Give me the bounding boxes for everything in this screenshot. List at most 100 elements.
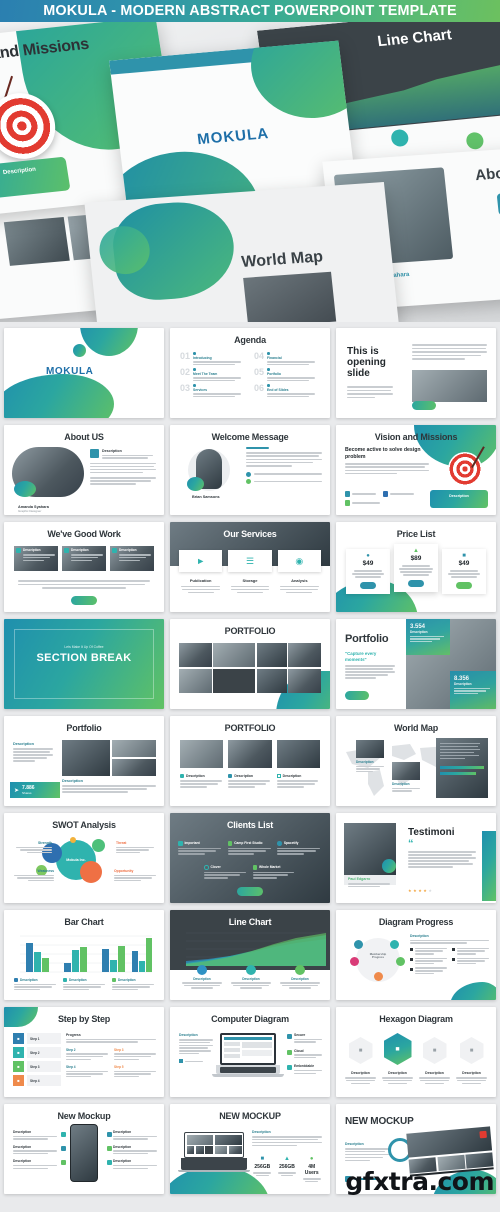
slide-thumbnail-diagram-progress[interactable]: Diagram Progress Membership Progress Des… — [336, 910, 496, 1000]
slide-quote: "Capture every moments" — [345, 651, 377, 662]
progress-bar — [440, 772, 477, 776]
step-row: ■ Step 3 — [13, 1061, 61, 1072]
step-icon: ■ — [13, 1075, 24, 1086]
gradient-blob — [4, 374, 114, 418]
feature-label: Cloud — [294, 1048, 304, 1053]
slide-thumbnail-new-mockup-2[interactable]: NEW MOCKUP Description ■ 256GB ▲ 256GB ●… — [170, 1104, 330, 1194]
mockup-caption: Description — [13, 1145, 57, 1155]
column-label: Step 2 — [66, 1047, 76, 1052]
badge-icon — [479, 1130, 487, 1139]
service-item: Analysis — [278, 578, 321, 593]
share-icon: ➤ — [14, 787, 20, 794]
agenda-label: Introducing — [193, 355, 212, 360]
buy-button[interactable] — [360, 581, 376, 589]
hexagon-item: ■ Description — [418, 1033, 451, 1085]
feature-icon — [107, 1146, 112, 1151]
hexagon-icon: ■ — [383, 1033, 412, 1065]
slide-thumbnail-bar-chart[interactable]: Bar Chart Description Description Descri… — [4, 910, 164, 1000]
slide-title: Agenda — [234, 335, 266, 345]
slide-thumbnail-opening[interactable]: This is opening slide — [336, 328, 496, 418]
slide-thumbnail-swot[interactable]: SWOT Analysis Mokula Inc. Strength Weakn… — [4, 813, 164, 903]
portfolio-caption: Description — [276, 774, 320, 788]
buy-button[interactable] — [408, 579, 424, 587]
client-icon — [178, 841, 183, 846]
slide-thumbnail-hexagon[interactable]: Hexagon Diagram ■ Description ■ Descript… — [336, 1007, 496, 1097]
portfolio-caption: Description — [180, 774, 223, 788]
slide-title: World Map — [393, 723, 439, 733]
slide-thumbnail-portfolio-grid[interactable]: PORTFOLIO — [170, 619, 330, 709]
slide-thumbnail-section-break[interactable]: Lets Make It Up Of Coffee SECTION BREAK — [4, 619, 164, 709]
service-card: ◉ — [277, 550, 321, 572]
caption-label: Description — [392, 782, 410, 786]
agenda-label: Services — [193, 387, 207, 392]
slide-title: This is opening slide — [347, 346, 386, 380]
gradient-blob — [450, 982, 496, 1000]
slide-thumbnail-world-map[interactable]: World Map Description Description — [336, 716, 496, 806]
legend-dot — [295, 965, 305, 975]
stat-label: Description — [410, 630, 428, 634]
card-icon — [90, 449, 99, 458]
stat-card: 3.554 Description — [406, 619, 450, 655]
agenda-number: 01 — [180, 351, 191, 361]
slide-thumbnail-price[interactable]: Price List ● $49 ▲ $89 ■ $49 — [336, 522, 496, 612]
slide-thumbnail-grid: MOKULA Agenda 01 Introducing 04 Financia… — [0, 322, 500, 1198]
slide-thumbnail-agenda[interactable]: Agenda 01 Introducing 04 Financial 02 Me… — [170, 328, 330, 418]
see-all-button[interactable] — [237, 887, 263, 896]
slide-thumbnail-services[interactable]: Our Services ► ☰ ◉ Publication Storage A… — [170, 522, 330, 612]
slide-thumbnail-vision[interactable]: Vision and Missions Become active to sol… — [336, 425, 496, 515]
slide-thumbnail-new-mockup-1[interactable]: New Mockup Description Description Descr… — [4, 1104, 164, 1194]
slide-thumbnail-good-work[interactable]: We've Good Work Description Description … — [4, 522, 164, 612]
slide-thumbnail-testimoni[interactable]: Paul Edgarro Testimoni “ ★ ★ ★ ★ ★ — [336, 813, 496, 903]
slide-title: NEW MOCKUP — [345, 1116, 414, 1127]
database-icon: ☰ — [245, 555, 255, 566]
read-more-button[interactable] — [71, 596, 97, 605]
portfolio-photo — [288, 668, 321, 693]
feature-icon — [107, 1132, 112, 1137]
star-icon: ★ — [408, 888, 412, 893]
slide-title: We've Good Work — [47, 529, 121, 539]
slide-thumbnail-line-chart[interactable]: Line Chart Description Description Descr… — [170, 910, 330, 1000]
client-label: Spacetify — [283, 841, 299, 846]
person-role: Graphic Designer — [18, 509, 42, 513]
description-button[interactable]: Description — [430, 490, 488, 508]
client-label: Whole Market — [259, 865, 281, 870]
caption-icon — [180, 774, 184, 778]
card-label: Description — [102, 449, 122, 453]
mail-icon — [246, 479, 251, 485]
phone-icon — [246, 471, 251, 477]
bullet-dot — [193, 352, 196, 355]
hero-slide-title: World Map — [240, 248, 324, 271]
slide-thumbnail-computer-diagram[interactable]: Computer Diagram Description Secure Clou… — [170, 1007, 330, 1097]
hexagon-label: Description — [388, 1071, 407, 1075]
slide-thumbnail-portfolio-2[interactable]: Portfolio Description ➤ 7.886 Shares Des… — [4, 716, 164, 806]
agenda-label: Financial — [267, 355, 282, 360]
swot-bubble-threat — [92, 839, 105, 852]
gradient-accent-bar — [482, 831, 496, 901]
legend-label: Description — [193, 976, 211, 981]
portfolio-photo — [288, 643, 321, 667]
agenda-item: 02 Meet The Team — [180, 368, 246, 381]
slide-thumbnail-cover[interactable]: MOKULA — [4, 328, 164, 418]
slide-thumbnail-welcome[interactable]: Welcome Message Brian Samsons — [170, 425, 330, 515]
portfolio-photo — [112, 740, 156, 757]
portfolio-photo — [213, 643, 256, 667]
icon-chip — [496, 192, 500, 216]
slide-title: Price List — [396, 529, 436, 539]
slide-thumbnail-step-by-step[interactable]: Step by Step ■ Step 1 ■ Step 2 ■ Step 3 … — [4, 1007, 164, 1097]
slide-thumbnail-clients[interactable]: Clients List Important Camp First Studio… — [170, 813, 330, 903]
work-card: Description — [110, 546, 154, 571]
legend-label: Description — [69, 978, 87, 982]
price-card: ● $49 — [346, 549, 390, 594]
buy-button[interactable] — [456, 581, 472, 589]
service-item: Storage — [228, 578, 271, 593]
slide-thumbnail-portfolio-3[interactable]: PORTFOLIO Description Description Descri… — [170, 716, 330, 806]
slide-title: Our Services — [223, 529, 277, 539]
service-item: Publication — [179, 578, 222, 593]
slide-thumbnail-portfolio-stats[interactable]: Portfolio "Capture every moments" 3.554 … — [336, 619, 496, 709]
mockup-caption: Description — [113, 1130, 157, 1140]
read-more-button[interactable] — [345, 691, 369, 700]
caption-label: Description — [234, 774, 253, 778]
slide-title: Computer Diagram — [211, 1014, 289, 1024]
slide-thumbnail-about-us[interactable]: About US Description Amanda Syahara Grap… — [4, 425, 164, 515]
client-icon — [252, 865, 257, 870]
